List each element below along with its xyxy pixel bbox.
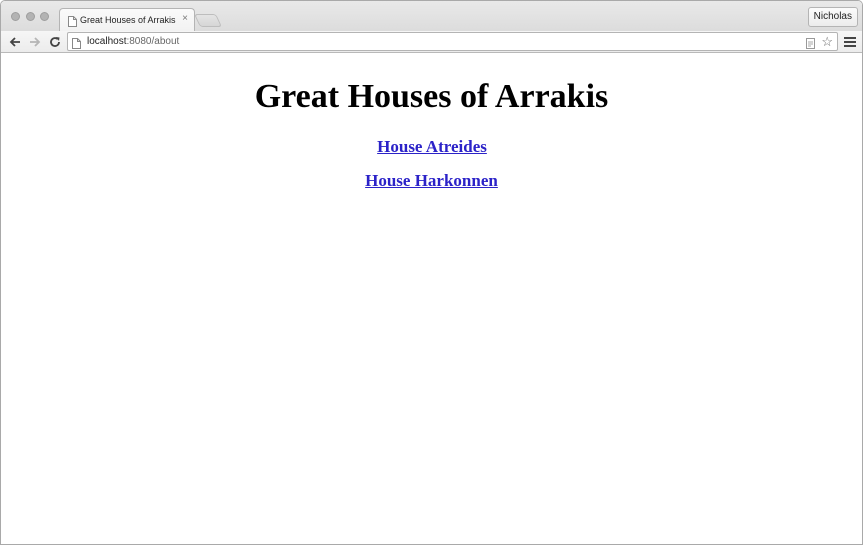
- tab-close-icon[interactable]: ×: [182, 14, 188, 24]
- address-bar[interactable]: localhost:8080/about ☆: [67, 32, 838, 51]
- toolbar: localhost:8080/about ☆: [1, 31, 862, 53]
- url-text[interactable]: localhost:8080/about: [87, 36, 179, 47]
- page-icon: [72, 36, 81, 54]
- window-close-button[interactable]: [11, 12, 20, 21]
- back-arrow-icon[interactable]: [7, 34, 23, 50]
- link-house-harkonnen[interactable]: House Harkonnen: [1, 171, 862, 191]
- page-viewport: Great Houses of Arrakis House Atreides H…: [1, 54, 862, 544]
- page-title: Great Houses of Arrakis: [254, 78, 609, 115]
- tab-active[interactable]: Great Houses of Arrakis ×: [59, 8, 195, 31]
- window-maximize-button[interactable]: [40, 12, 49, 21]
- page-icon: [68, 14, 77, 32]
- new-tab-button[interactable]: [193, 14, 223, 27]
- house-links: House Atreides House Harkonnen: [1, 137, 862, 191]
- reload-icon[interactable]: [47, 34, 63, 50]
- url-path: :8080/about: [126, 36, 180, 47]
- browser-window: Great Houses of Arrakis × Nicholas local…: [0, 0, 863, 545]
- page-action-icon[interactable]: [806, 36, 815, 54]
- forward-arrow-icon[interactable]: [27, 34, 43, 50]
- hamburger-menu-icon[interactable]: [844, 35, 856, 49]
- star-icon[interactable]: ☆: [821, 34, 833, 49]
- tab-title: Great Houses of Arrakis: [80, 15, 176, 25]
- window-minimize-button[interactable]: [26, 12, 35, 21]
- link-house-atreides[interactable]: House Atreides: [2, 137, 862, 157]
- profile-button[interactable]: Nicholas: [807, 7, 858, 27]
- tab-strip: Great Houses of Arrakis × Nicholas: [1, 1, 862, 31]
- url-host: localhost: [87, 36, 127, 47]
